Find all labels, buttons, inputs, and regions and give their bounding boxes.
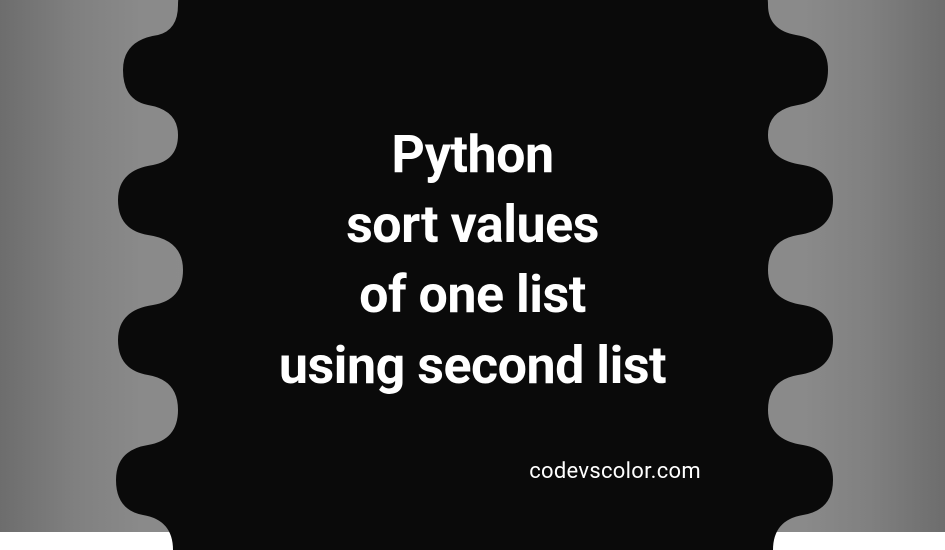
title-line-1: Python bbox=[279, 120, 666, 190]
watermark-text: codevscolor.com bbox=[529, 459, 701, 484]
image-container: Python sort values of one list using sec… bbox=[0, 0, 945, 532]
title-line-4: using second list bbox=[279, 331, 666, 401]
title-text-block: Python sort values of one list using sec… bbox=[279, 120, 666, 401]
title-line-3: of one list bbox=[279, 260, 666, 330]
title-line-2: sort values bbox=[279, 190, 666, 260]
